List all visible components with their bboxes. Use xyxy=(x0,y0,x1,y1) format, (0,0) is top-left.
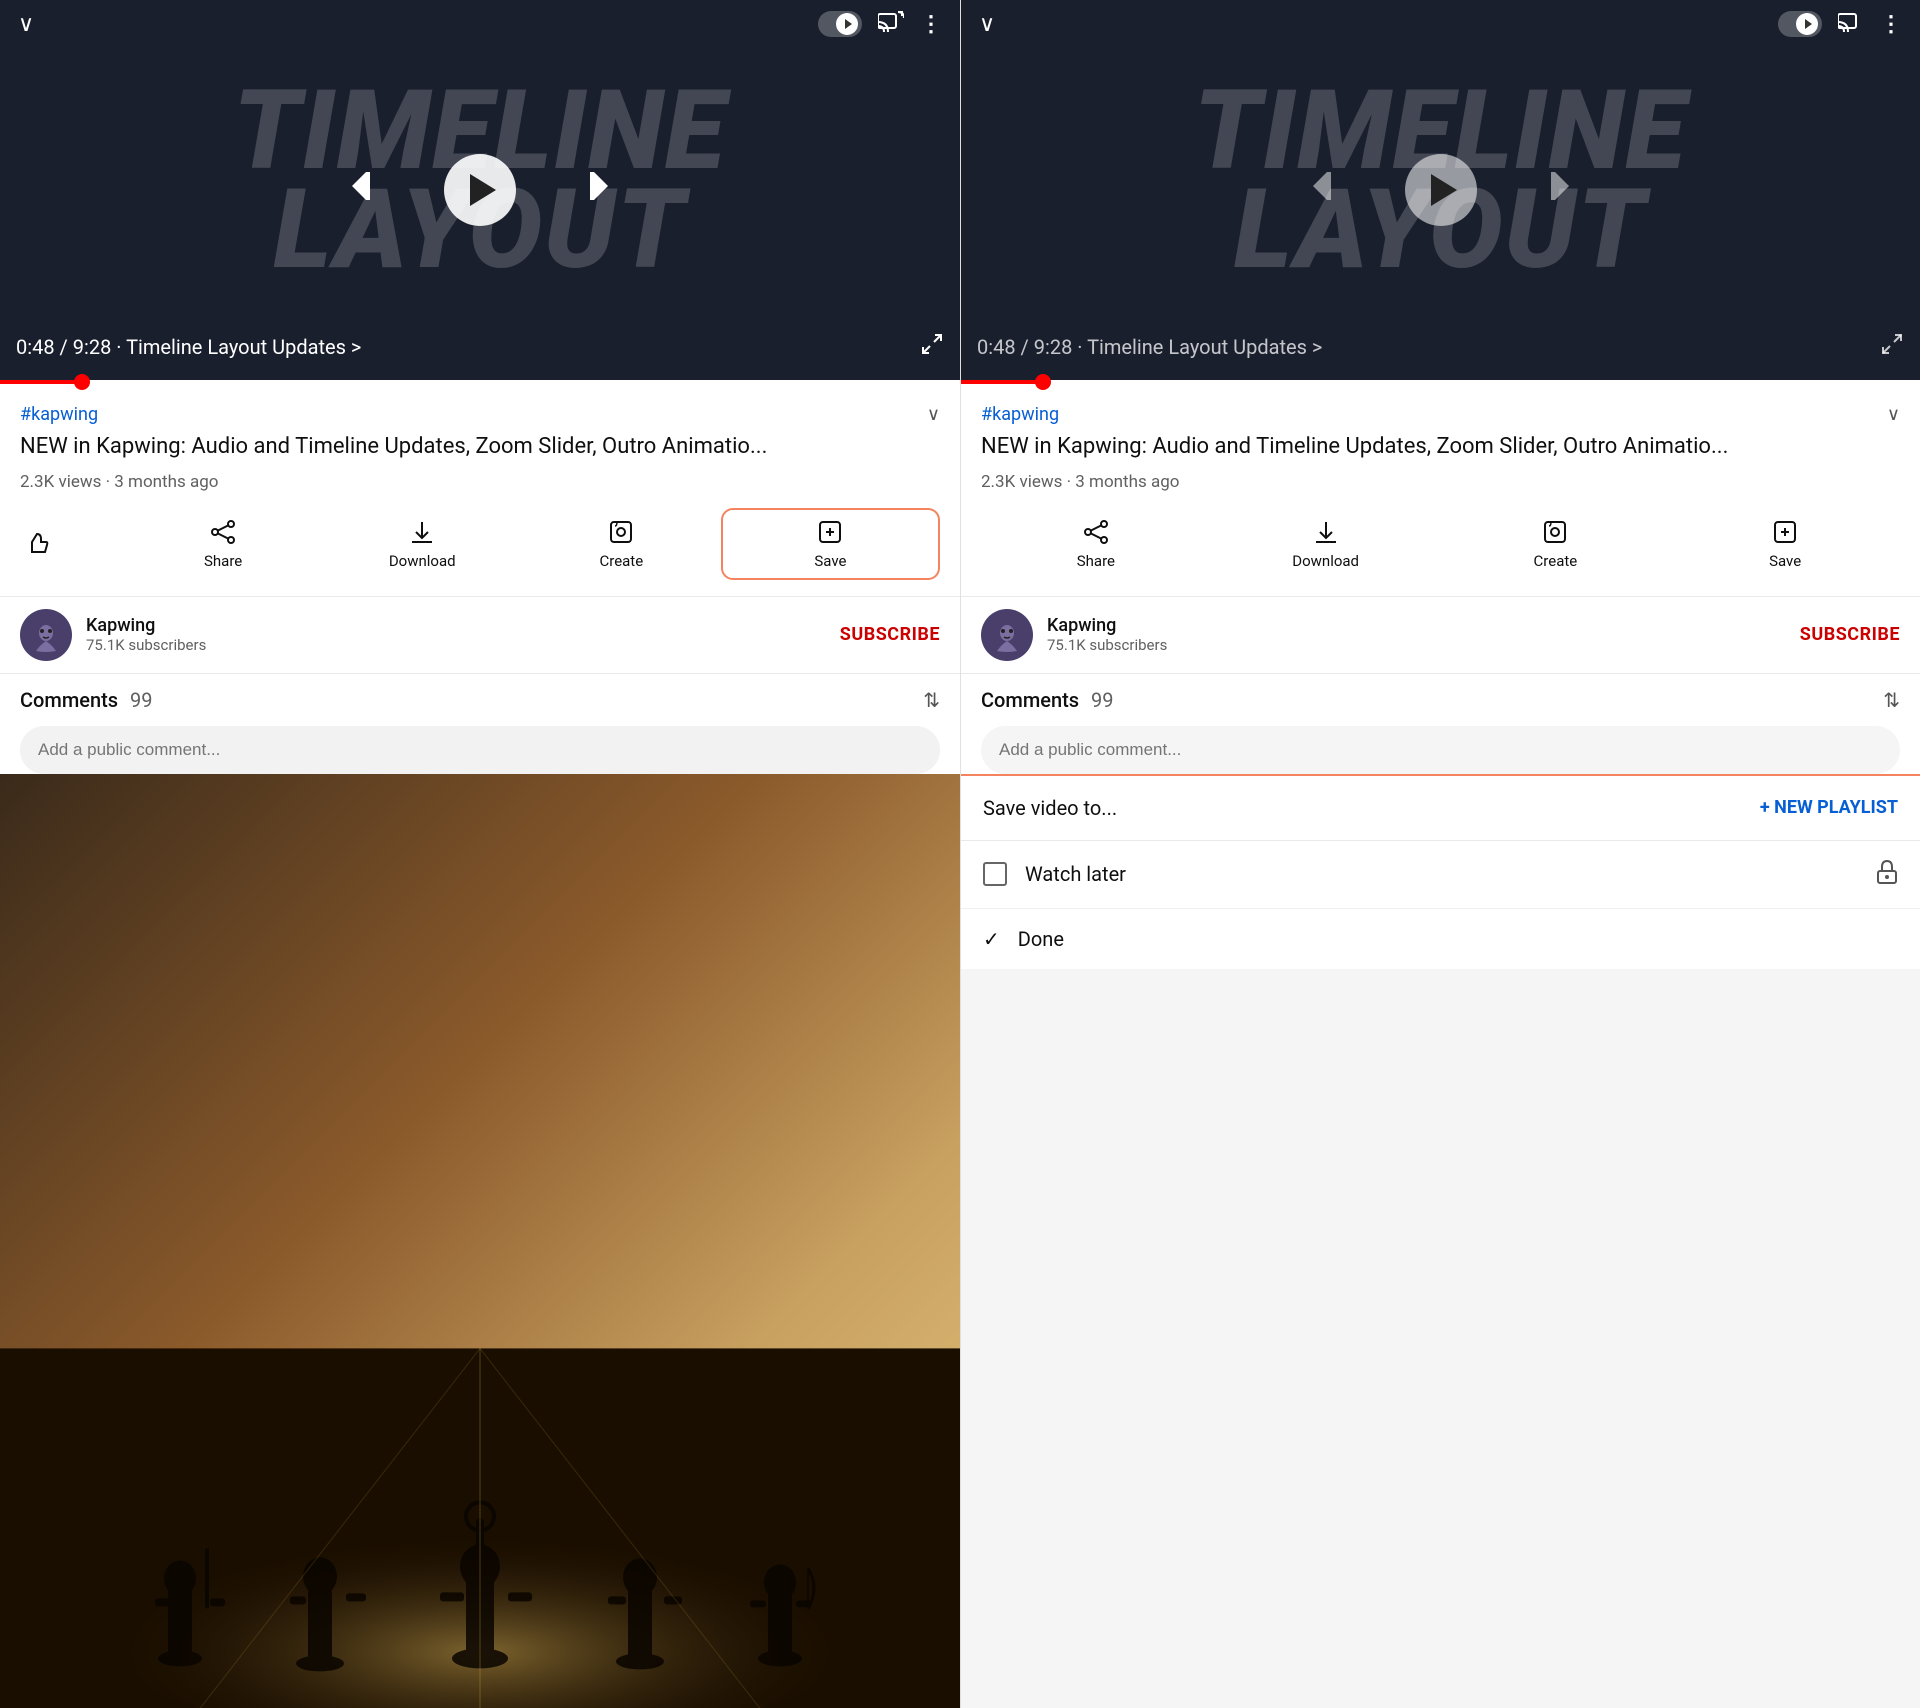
collapse-icon-left[interactable]: ∨ xyxy=(927,404,940,425)
video-player-right: TIMELINE LAYOUT ∨ ⋮ xyxy=(961,0,1920,380)
video-topbar-left: ∨ ⋮ xyxy=(0,10,960,38)
save-button-left[interactable]: Save xyxy=(721,508,940,580)
save-video-to-label: Save video to... xyxy=(983,796,1117,820)
sort-icon-left[interactable]: ⇅ xyxy=(923,688,940,712)
comments-count-left: 99 xyxy=(130,688,152,712)
channel-row-left: Kapwing 75.1K subscribers SUBSCRIBE xyxy=(0,596,960,673)
left-panel: TIMELINE LAYOUT ∨ ⋮ xyxy=(0,0,960,1708)
cast-icon-left[interactable] xyxy=(878,10,904,38)
comments-header-right: Comments 99 ⇅ xyxy=(981,688,1900,712)
fullscreen-icon-left[interactable] xyxy=(920,332,944,362)
hashtag-right[interactable]: #kapwing xyxy=(981,404,1059,425)
comments-section-left: Comments 99 ⇅ xyxy=(0,673,960,774)
skip-fwd-icon-right[interactable] xyxy=(1537,168,1573,212)
channel-name-left: Kapwing xyxy=(86,615,840,636)
channel-info-right: Kapwing 75.1K subscribers xyxy=(1047,615,1800,654)
create-button-left[interactable]: Create xyxy=(522,508,721,580)
download-button-right[interactable]: Download xyxy=(1211,508,1441,580)
video-stats-left: 2.3K views · 3 months ago xyxy=(20,472,940,492)
right-panel: TIMELINE LAYOUT ∨ ⋮ xyxy=(960,0,1920,1708)
meta-section-right: #kapwing ∨ NEW in Kapwing: Audio and Tim… xyxy=(961,384,1920,508)
video-title-right: NEW in Kapwing: Audio and Timeline Updat… xyxy=(981,433,1900,462)
comments-label-right: Comments xyxy=(981,688,1079,712)
comment-input-left[interactable] xyxy=(20,726,940,774)
channel-info-left: Kapwing 75.1K subscribers xyxy=(86,615,840,654)
video-bottom-left: 0:48 / 9:28 · Timeline Layout Updates > xyxy=(0,332,960,362)
subscribe-button-left[interactable]: SUBSCRIBE xyxy=(840,624,940,645)
center-controls-right xyxy=(1309,154,1573,226)
cast-icon-right[interactable] xyxy=(1838,10,1864,38)
save-modal: Save video to... + NEW PLAYLIST Watch la… xyxy=(961,774,1920,969)
channel-name-right: Kapwing xyxy=(1047,615,1800,636)
content-area-left: #kapwing ∨ NEW in Kapwing: Audio and Tim… xyxy=(0,384,960,1708)
progress-bar-right[interactable] xyxy=(961,380,1920,384)
share-button-left[interactable]: Share xyxy=(124,508,323,580)
action-bar-right: Share Download xyxy=(961,508,1920,596)
autoplay-toggle-left[interactable] xyxy=(818,11,862,37)
video-player-left: TIMELINE LAYOUT ∨ ⋮ xyxy=(0,0,960,380)
video-topbar-right: ∨ ⋮ xyxy=(961,10,1920,38)
skip-fwd-icon-left[interactable] xyxy=(576,168,612,212)
channel-avatar-right xyxy=(981,609,1033,661)
comments-label-left: Comments xyxy=(20,688,118,712)
save-button-right[interactable]: Save xyxy=(1670,508,1900,580)
create-button-right[interactable]: Create xyxy=(1441,508,1671,580)
progress-bar-left[interactable] xyxy=(0,380,960,384)
collapse-video-icon-right[interactable]: ∨ xyxy=(979,12,995,37)
tag-row-right: #kapwing ∨ xyxy=(981,404,1900,425)
watch-later-label: Watch later xyxy=(1025,862,1858,886)
meta-section-left: #kapwing ∨ NEW in Kapwing: Audio and Tim… xyxy=(0,384,960,508)
channel-subs-right: 75.1K subscribers xyxy=(1047,636,1800,654)
sort-icon-right[interactable]: ⇅ xyxy=(1883,688,1900,712)
comments-header-left: Comments 99 ⇅ xyxy=(20,688,940,712)
save-modal-header: Save video to... + NEW PLAYLIST xyxy=(961,776,1920,841)
video-title-left: NEW in Kapwing: Audio and Timeline Updat… xyxy=(20,433,940,462)
progress-fill-right xyxy=(961,380,1043,384)
progress-dot-right xyxy=(1035,374,1051,390)
skip-back-icon-left[interactable] xyxy=(348,168,384,212)
more-options-icon-left[interactable]: ⋮ xyxy=(920,12,942,37)
video-time-left: 0:48 / 9:28 · Timeline Layout Updates > xyxy=(16,335,361,359)
play-button-right[interactable] xyxy=(1405,154,1477,226)
video-bottom-right: 0:48 / 9:28 · Timeline Layout Updates > xyxy=(961,332,1920,362)
center-controls-left xyxy=(348,154,612,226)
channel-subs-left: 75.1K subscribers xyxy=(86,636,840,654)
download-button-left[interactable]: Download xyxy=(323,508,522,580)
tag-row-left: #kapwing ∨ xyxy=(20,404,940,425)
channel-row-right: Kapwing 75.1K subscribers SUBSCRIBE xyxy=(961,596,1920,673)
content-area-right: #kapwing ∨ NEW in Kapwing: Audio and Tim… xyxy=(961,384,1920,1708)
comment-input-right[interactable] xyxy=(981,726,1900,774)
watch-later-checkbox[interactable] xyxy=(983,862,1007,886)
collapse-icon-right[interactable]: ∨ xyxy=(1887,404,1900,425)
done-checkmark: ✓ xyxy=(983,927,1000,951)
progress-fill-left xyxy=(0,380,82,384)
watch-later-item[interactable]: Watch later xyxy=(961,841,1920,909)
share-button-right[interactable]: Share xyxy=(981,508,1211,580)
thumbnail-left xyxy=(0,774,960,1708)
lock-icon xyxy=(1876,859,1898,890)
comments-section-right: Comments 99 ⇅ xyxy=(961,673,1920,774)
autoplay-toggle-right[interactable] xyxy=(1778,11,1822,37)
more-options-icon-right[interactable]: ⋮ xyxy=(1880,12,1902,37)
comments-count-right: 99 xyxy=(1091,688,1113,712)
skip-back-icon-right[interactable] xyxy=(1309,168,1345,212)
channel-avatar-left xyxy=(20,609,72,661)
action-bar-left: Share Download xyxy=(0,508,960,596)
like-button-left[interactable] xyxy=(20,520,124,568)
new-playlist-button[interactable]: + NEW PLAYLIST xyxy=(1760,797,1898,818)
subscribe-button-right[interactable]: SUBSCRIBE xyxy=(1800,624,1900,645)
done-item[interactable]: ✓ Done xyxy=(961,909,1920,969)
play-button-left[interactable] xyxy=(444,154,516,226)
video-stats-right: 2.3K views · 3 months ago xyxy=(981,472,1900,492)
video-time-right: 0:48 / 9:28 · Timeline Layout Updates > xyxy=(977,335,1322,359)
hashtag-left[interactable]: #kapwing xyxy=(20,404,98,425)
fullscreen-icon-right[interactable] xyxy=(1880,332,1904,362)
done-label: Done xyxy=(1018,927,1064,951)
collapse-video-icon-left[interactable]: ∨ xyxy=(18,12,34,37)
progress-dot-left xyxy=(74,374,90,390)
